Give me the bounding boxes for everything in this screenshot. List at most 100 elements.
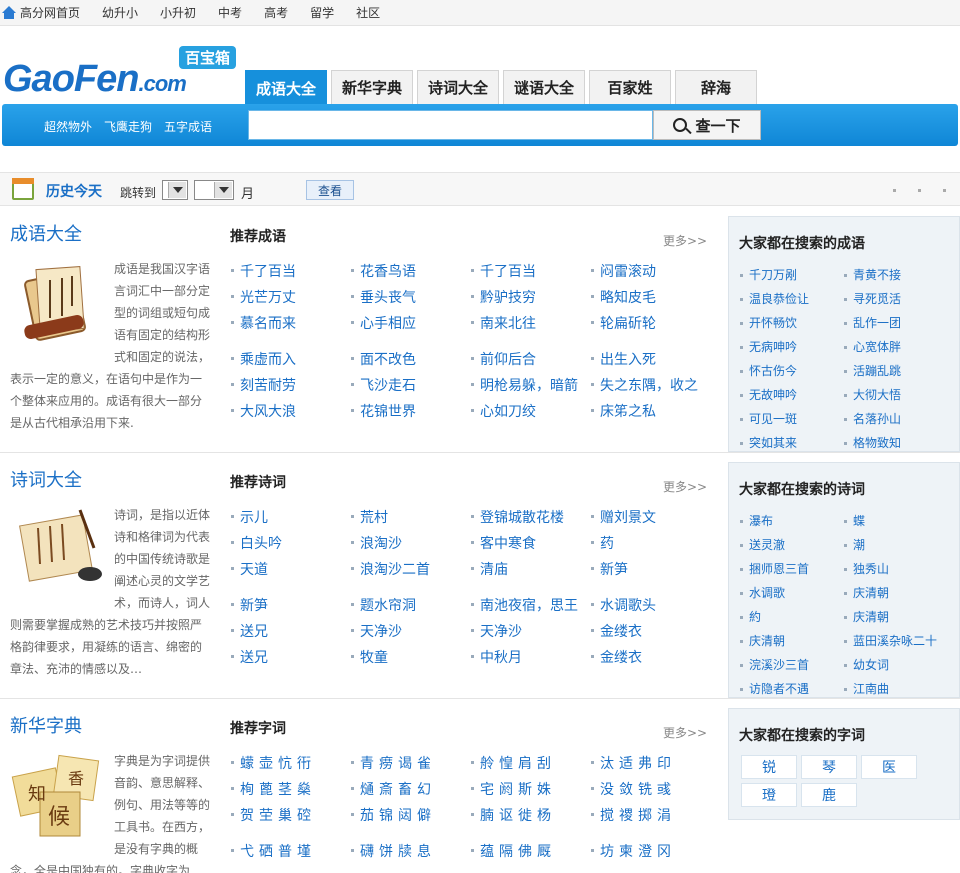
popular-link[interactable]: 乱作一团: [843, 311, 947, 335]
popular-character[interactable]: 琴: [801, 755, 857, 779]
tab-chengyu[interactable]: 成语大全: [245, 70, 327, 105]
idiom-link[interactable]: 乘虚而入: [230, 349, 350, 369]
popular-character[interactable]: 璒: [741, 783, 797, 807]
popular-link[interactable]: 无病呻吟: [739, 335, 843, 359]
poem-link[interactable]: 天道: [230, 559, 350, 579]
idiom-link[interactable]: 花香鸟语: [350, 261, 470, 281]
poem-link[interactable]: 荒村: [350, 507, 470, 527]
section-title[interactable]: 新华字典: [10, 712, 82, 738]
tab-cihai[interactable]: 辞海: [675, 70, 757, 104]
topnav-shequ[interactable]: 社区: [356, 4, 380, 21]
poem-link[interactable]: 金缕衣: [590, 647, 710, 667]
idiom-link[interactable]: 出生入死: [590, 349, 710, 369]
idiom-link[interactable]: 闷雷滚动: [590, 261, 710, 281]
popular-link[interactable]: 独秀山: [843, 557, 947, 581]
poem-link[interactable]: 浪淘沙: [350, 533, 470, 553]
popular-link[interactable]: 送灵澈: [739, 533, 843, 557]
popular-link[interactable]: 寻死觅活: [843, 287, 947, 311]
idiom-link[interactable]: 面不改色: [350, 349, 470, 369]
idiom-link[interactable]: 花锦世界: [350, 401, 470, 421]
popular-link[interactable]: 千刀万剐: [739, 263, 843, 287]
poem-link[interactable]: 水调歌头: [590, 595, 710, 615]
character-link[interactable]: 腩讴徙杨: [470, 805, 590, 825]
character-link[interactable]: 礴饼牍息: [350, 841, 470, 861]
popular-character[interactable]: 鹿: [801, 783, 857, 807]
popular-link[interactable]: 庆清朝: [843, 605, 947, 629]
popular-character[interactable]: 锐: [741, 755, 797, 779]
idiom-link[interactable]: 垂头丧气: [350, 287, 470, 307]
tab-baijiaxing[interactable]: 百家姓: [589, 70, 671, 104]
more-link[interactable]: 更多>>: [663, 232, 707, 249]
popular-link[interactable]: 名落孙山: [843, 407, 947, 431]
poem-link[interactable]: 白头吟: [230, 533, 350, 553]
more-link[interactable]: 更多>>: [663, 724, 707, 741]
character-link[interactable]: 栒蓖茎燊: [230, 779, 350, 799]
poem-link[interactable]: 浪淘沙二首: [350, 559, 470, 579]
poem-link[interactable]: 新笋: [230, 595, 350, 615]
character-link[interactable]: 汰适弗印: [590, 753, 710, 773]
popular-link[interactable]: 約: [739, 605, 843, 629]
popular-link[interactable]: 心宽体胖: [843, 335, 947, 359]
idiom-link[interactable]: 慕名而来: [230, 313, 350, 333]
search-input[interactable]: [248, 110, 653, 140]
popular-link[interactable]: 可见一斑: [739, 407, 843, 431]
idiom-link[interactable]: 轮扁斫轮: [590, 313, 710, 333]
popular-link[interactable]: 青黄不接: [843, 263, 947, 287]
character-link[interactable]: 没敛铣彧: [590, 779, 710, 799]
poem-link[interactable]: 送兄: [230, 647, 350, 667]
character-link[interactable]: 搅禝掷涓: [590, 805, 710, 825]
topnav-liuxue[interactable]: 留学: [310, 4, 334, 21]
topnav-xiaoshengchu[interactable]: 小升初: [160, 4, 196, 21]
popular-link[interactable]: 庆清朝: [843, 581, 947, 605]
idiom-link[interactable]: 失之东隅，收之: [590, 375, 710, 395]
idiom-link[interactable]: 心如刀绞: [470, 401, 590, 421]
idiom-link[interactable]: 大风大浪: [230, 401, 350, 421]
character-link[interactable]: 茄锦闼僻: [350, 805, 470, 825]
poem-link[interactable]: 题水帘洞: [350, 595, 470, 615]
popular-link[interactable]: 庆清朝: [739, 629, 843, 653]
popular-link[interactable]: 无故呻吟: [739, 383, 843, 407]
popular-link[interactable]: 瀑布: [739, 509, 843, 533]
idiom-link[interactable]: 床笫之私: [590, 401, 710, 421]
popular-character[interactable]: 医: [861, 755, 917, 779]
idiom-link[interactable]: 千了百当: [230, 261, 350, 281]
year-select[interactable]: [162, 180, 188, 200]
topnav-zhongkao[interactable]: 中考: [218, 4, 242, 21]
idiom-link[interactable]: 刻苦耐劳: [230, 375, 350, 395]
history-title[interactable]: 历史今天: [46, 181, 102, 201]
hot-keyword[interactable]: 五字成语: [164, 118, 212, 135]
popular-link[interactable]: 捆师恩三首: [739, 557, 843, 581]
topnav-gaokao[interactable]: 高考: [264, 4, 288, 21]
section-title[interactable]: 诗词大全: [10, 466, 82, 492]
idiom-link[interactable]: 黔驴技穷: [470, 287, 590, 307]
poem-link[interactable]: 示儿: [230, 507, 350, 527]
poem-link[interactable]: 客中寒食: [470, 533, 590, 553]
idiom-link[interactable]: 明枪易躲，暗箭: [470, 375, 590, 395]
popular-link[interactable]: 温良恭俭让: [739, 287, 843, 311]
character-link[interactable]: 弋硒普墐: [230, 841, 350, 861]
character-link[interactable]: 蕴隔佛厩: [470, 841, 590, 861]
hot-keyword[interactable]: 超然物外: [44, 118, 92, 135]
idiom-link[interactable]: 光芒万丈: [230, 287, 350, 307]
poem-link[interactable]: 新笋: [590, 559, 710, 579]
site-logo[interactable]: GaoFen.com 百宝箱: [3, 46, 238, 106]
popular-link[interactable]: 怀古伤今: [739, 359, 843, 383]
poem-link[interactable]: 送兄: [230, 621, 350, 641]
character-link[interactable]: 舲惶肩刮: [470, 753, 590, 773]
idiom-link[interactable]: 前仰后合: [470, 349, 590, 369]
poem-link[interactable]: 清庙: [470, 559, 590, 579]
poem-link[interactable]: 赠刘景文: [590, 507, 710, 527]
poem-link[interactable]: 南池夜宿，思王: [470, 595, 590, 615]
popular-link[interactable]: 幼女词: [843, 653, 947, 677]
popular-link[interactable]: 大彻大悟: [843, 383, 947, 407]
popular-link[interactable]: 蓝田溪杂咏二十: [843, 629, 947, 653]
character-link[interactable]: 坊柬澄冈: [590, 841, 710, 861]
tab-zidian[interactable]: 新华字典: [331, 70, 413, 104]
poem-link[interactable]: 天净沙: [470, 621, 590, 641]
popular-link[interactable]: 活蹦乱跳: [843, 359, 947, 383]
search-button[interactable]: 查一下: [653, 110, 761, 140]
poem-link[interactable]: 登锦城散花楼: [470, 507, 590, 527]
character-link[interactable]: 宅阏斯姝: [470, 779, 590, 799]
idiom-link[interactable]: 飞沙走石: [350, 375, 470, 395]
poem-link[interactable]: 牧童: [350, 647, 470, 667]
